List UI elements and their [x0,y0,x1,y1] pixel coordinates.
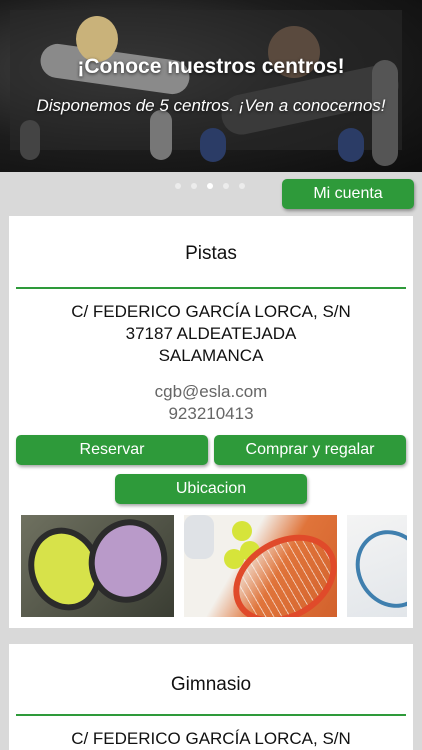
carousel-indicator[interactable] [175,183,245,189]
racket-shape [347,516,407,617]
hero-title: ¡Conoce nuestros centros! [77,55,345,78]
center-email[interactable]: cgb@esla.com [9,381,413,403]
center-title: Pistas [185,243,237,264]
reserve-button[interactable]: Reservar [16,435,208,465]
ball-shape [232,521,252,541]
center-card: Pistas C/ FEDERICO GARCÍA LORCA, S/N 371… [9,216,413,628]
athlete-figure [200,128,226,162]
center-address: C/ FEDERICO GARCÍA LORCA, S/N 37187 ALDE… [9,301,413,367]
athlete-figure [150,110,172,160]
carousel-dot[interactable] [175,183,181,189]
tennis-racket-balls-photo[interactable] [184,515,337,617]
carousel-dot[interactable] [223,183,229,189]
padel-rackets-photo[interactable] [21,515,174,617]
title-divider [16,287,406,289]
center-phone[interactable]: 923210413 [9,403,413,425]
address-line: 37187 ALDEATEJADA [125,324,297,343]
center-title: Gimnasio [170,674,252,695]
athlete-figure [338,128,364,162]
hero-subtitle: Disponemos de 5 centros. ¡Ven a conocern… [36,96,386,115]
racket-photo[interactable] [347,515,407,617]
carousel-dot[interactable] [239,183,245,189]
address-line: C/ FEDERICO GARCÍA LORCA, S/N [71,729,351,748]
hero-banner[interactable]: ¡Conoce nuestros centros! Disponemos de … [0,0,422,172]
title-divider [16,714,406,716]
carousel-dot-active[interactable] [207,183,213,189]
address-line: SALAMANCA [158,346,264,365]
center-address: C/ FEDERICO GARCÍA LORCA, S/N [9,728,413,750]
shoe-shape [184,515,214,559]
center-card: Gimnasio C/ FEDERICO GARCÍA LORCA, S/N [9,644,413,750]
location-button[interactable]: Ubicacion [115,474,307,504]
address-line: C/ FEDERICO GARCÍA LORCA, S/N [71,302,351,321]
athlete-figure [20,120,40,160]
carousel-dot[interactable] [191,183,197,189]
buy-and-gift-button[interactable]: Comprar y regalar [214,435,406,465]
my-account-button[interactable]: Mi cuenta [282,179,414,209]
